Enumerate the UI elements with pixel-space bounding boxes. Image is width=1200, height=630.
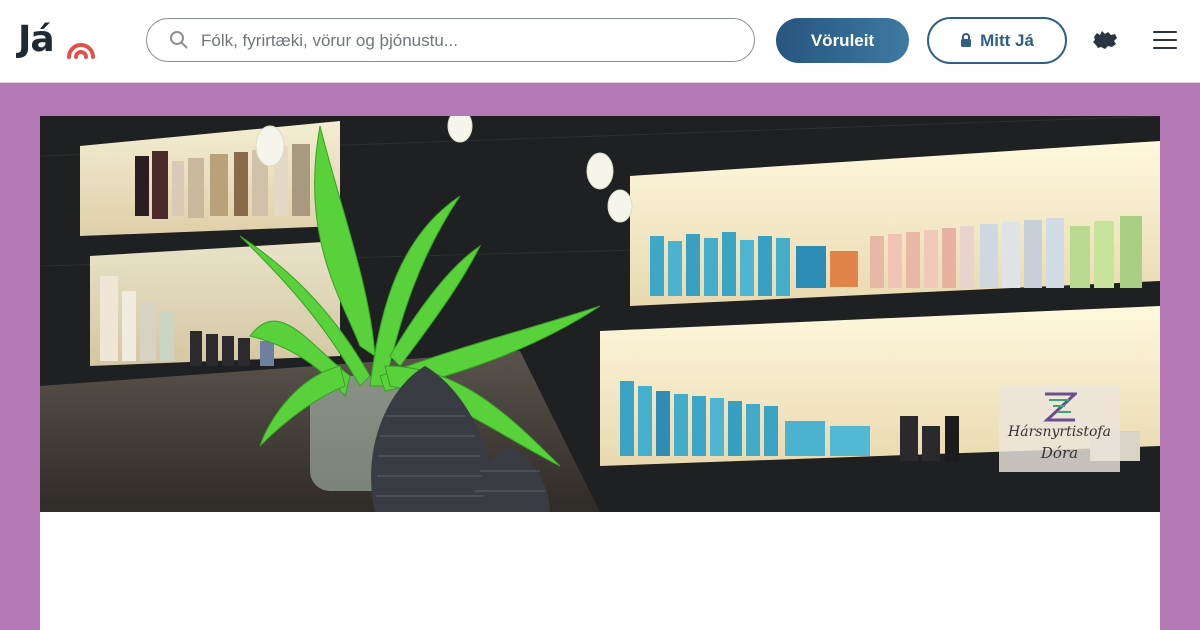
search-input[interactable] — [201, 28, 741, 54]
voruleit-button[interactable]: Vöruleit — [776, 18, 909, 63]
salon-photo-illustration — [40, 116, 1160, 512]
hamburger-menu-icon[interactable] — [1153, 31, 1177, 49]
search-box[interactable] — [146, 18, 755, 62]
logo-signal-icon — [67, 43, 95, 59]
main-content-card: Hársnyrtistofa Dóra — [40, 116, 1160, 630]
top-header: Já Vöruleit Mitt Já — [0, 0, 1200, 83]
zigzag-logo-icon — [1043, 392, 1077, 422]
salon-name-line2: Dóra — [1040, 444, 1079, 462]
menu-bar — [1153, 31, 1177, 33]
menu-bar — [1153, 39, 1177, 41]
menu-bar — [1153, 47, 1177, 49]
mitt-ja-button[interactable]: Mitt Já — [927, 17, 1067, 64]
logo-text: Já — [18, 19, 55, 60]
salon-logo-badge: Hársnyrtistofa Dóra — [999, 386, 1120, 472]
search-icon — [170, 31, 188, 49]
cover-photo: Hársnyrtistofa Dóra — [40, 116, 1160, 512]
iceland-icon[interactable] — [1092, 29, 1118, 51]
salon-name-line1: Hársnyrtistofa — [1008, 424, 1111, 440]
ja-logo[interactable]: Já — [18, 20, 98, 60]
mitt-ja-label: Mitt Já — [980, 30, 1034, 50]
lock-icon — [961, 32, 972, 47]
